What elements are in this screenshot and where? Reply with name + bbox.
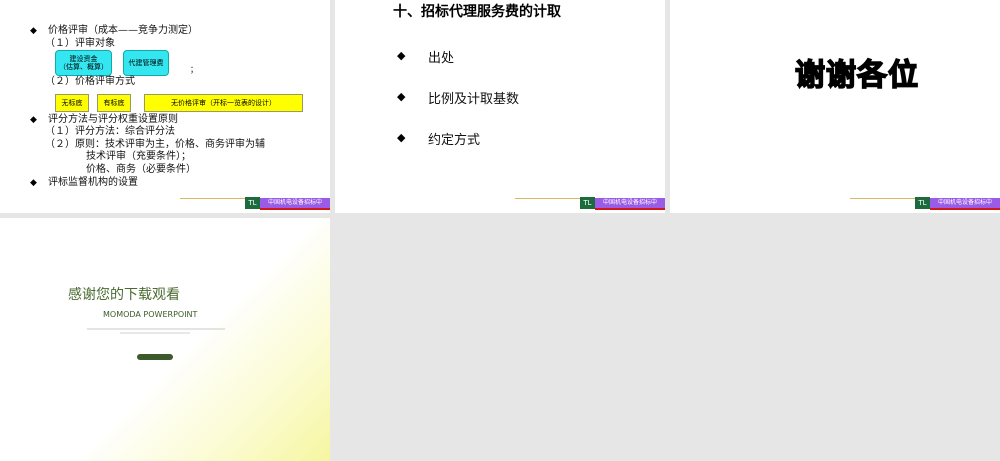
slide-4[interactable]: 感谢您的下载观看 MOMODA POWERPOINT bbox=[0, 218, 330, 461]
slide-footer: TL 中国机电设备招标中 bbox=[670, 193, 1000, 213]
text-line: 价格评审（成本——竞争力测定） bbox=[48, 25, 198, 36]
list-item: 比例及计取基数 bbox=[428, 92, 520, 107]
shape-box: 代建管理费 bbox=[123, 50, 169, 76]
footer-org: 中国机电设备招标中 bbox=[260, 198, 330, 208]
text-line: 技术评审（充要条件）； bbox=[86, 151, 191, 162]
footer-org: 中国机电设备招标中 bbox=[930, 198, 1000, 208]
pill-button[interactable] bbox=[137, 354, 173, 360]
text-line: 价格、商务（必要条件） bbox=[86, 164, 196, 175]
text-line: （２）价格评审方式 bbox=[45, 76, 135, 87]
shape-box: 无价格评审（开标一览表的设计） bbox=[144, 94, 303, 112]
bullet-icon: ◆ bbox=[397, 49, 406, 62]
text-line: 评标监督机构的设置 bbox=[48, 177, 138, 188]
bullet-icon: ◆ bbox=[30, 26, 37, 36]
slide-1[interactable]: ◆ 价格评审（成本——竞争力测定） （１）评审对象 建设资金 （估算、概算） 代… bbox=[0, 0, 330, 213]
bullet-icon: ◆ bbox=[30, 178, 37, 188]
shape-box: 无标底 bbox=[55, 94, 89, 112]
logo-icon: TL bbox=[915, 197, 930, 209]
placeholder-text bbox=[87, 328, 225, 330]
shape-box: 有标底 bbox=[97, 94, 131, 112]
slide-footer: TL 中国机电设备招标中 bbox=[335, 193, 665, 213]
logo-icon: TL bbox=[580, 197, 595, 209]
text: ； bbox=[190, 65, 198, 74]
bullet-icon: ◆ bbox=[30, 115, 37, 125]
list-item: 约定方式 bbox=[428, 133, 481, 148]
slide-title: 谢谢各位 bbox=[794, 57, 919, 94]
text-line: （１）评分方法：综合评分法 bbox=[45, 126, 175, 137]
bullet-icon: ◆ bbox=[397, 131, 406, 144]
text-line: 评分方法与评分权重设置原则 bbox=[48, 114, 178, 125]
placeholder-text bbox=[120, 332, 190, 334]
text-line: （１）评审对象 bbox=[45, 38, 115, 49]
logo-icon: TL bbox=[245, 197, 260, 209]
shape-box: 建设资金 （估算、概算） bbox=[55, 50, 112, 76]
list-item: 出处 bbox=[428, 51, 455, 66]
footer-org: 中国机电设备招标中 bbox=[595, 198, 665, 208]
slide-footer: TL 中国机电设备招标中 bbox=[0, 193, 330, 213]
slide-subtitle: MOMODA POWERPOINT bbox=[103, 310, 198, 319]
slide-3[interactable]: 谢谢各位 TL 中国机电设备招标中 bbox=[670, 0, 1000, 213]
text-line: （２）原则：技术评审为主，价格、商务评审为辅 bbox=[45, 139, 265, 150]
slide-2[interactable]: 十、招标代理服务费的计取 ◆ 出处 ◆ 比例及计取基数 ◆ 约定方式 TL 中国机… bbox=[335, 0, 665, 213]
slide-title: 感谢您的下载观看 bbox=[68, 287, 180, 303]
slide-title: 十、招标代理服务费的计取 bbox=[393, 4, 561, 20]
bullet-icon: ◆ bbox=[397, 90, 406, 103]
